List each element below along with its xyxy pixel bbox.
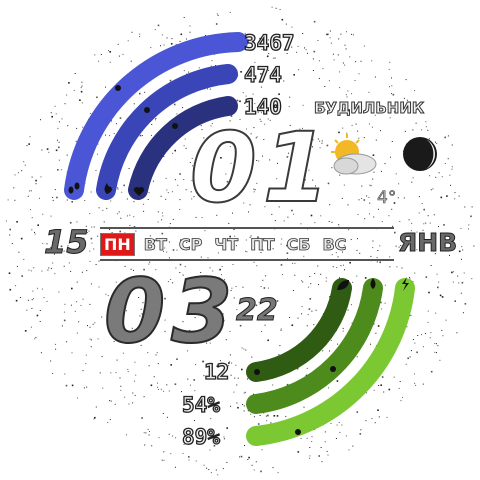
stat-12-value: 12 <box>203 360 230 384</box>
weekday-mon: ПН <box>100 232 135 256</box>
seconds-digits: 22 <box>236 293 279 329</box>
partly-cloudy-icon <box>331 134 377 175</box>
weekday-wed: СР <box>178 234 203 254</box>
hour-digits: 01 <box>189 112 336 224</box>
weekday-thu: ЧТ <box>214 234 239 254</box>
stat12-progress-dot <box>254 369 260 375</box>
calories-value: 474 <box>243 63 282 87</box>
day-of-month: 15 <box>44 223 90 262</box>
humidity-value: 54% <box>181 393 220 417</box>
minute-digits: 03 <box>103 260 239 363</box>
humidity-progress-dot <box>330 366 336 372</box>
weekday-fri: ПТ <box>250 234 275 254</box>
weekday-sat: СБ <box>286 234 311 254</box>
temperature-value: 4° <box>377 188 397 209</box>
weekday-sun: ВС <box>322 234 347 254</box>
steps-value: 3467 <box>243 31 295 55</box>
month-label: ЯНВ <box>397 228 458 258</box>
battery-progress-dot <box>295 429 301 435</box>
weekday-bar: ПН ВТ СР ЧТ ПТ СБ ВС <box>100 227 394 261</box>
weekday-tue: ВТ <box>143 234 167 254</box>
moon-phase-icon <box>403 137 437 171</box>
battery-value: 89% <box>181 425 220 449</box>
